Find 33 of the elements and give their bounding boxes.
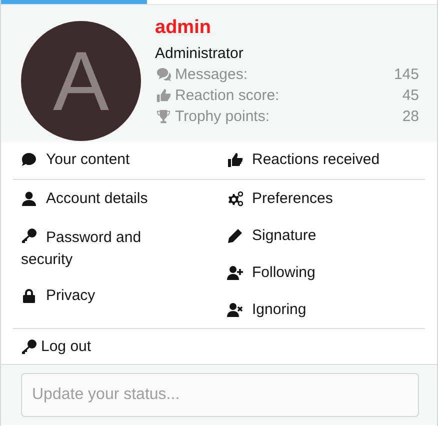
key-icon <box>21 338 37 354</box>
speech-bubble-icon <box>21 152 37 168</box>
menu-link[interactable]: Privacy <box>13 277 219 314</box>
user-icon <box>21 191 37 207</box>
key-icon <box>21 228 37 244</box>
thumbs-up-icon <box>155 88 172 103</box>
username[interactable]: admin <box>155 16 419 40</box>
menu-link[interactable]: Following <box>219 254 425 291</box>
trophy-icon <box>155 109 172 124</box>
pencil-icon <box>227 228 243 244</box>
user-plus-icon <box>227 265 243 281</box>
stat-value: 28 <box>402 107 419 127</box>
menu-link[interactable]: Account details <box>13 180 219 217</box>
avatar: A <box>21 21 141 141</box>
stat-label: Reaction score: <box>175 86 280 106</box>
gears-icon <box>227 191 243 207</box>
stat-value: 45 <box>402 86 419 106</box>
stat-label: Trophy points: <box>175 107 270 127</box>
stat-label: Messages: <box>175 65 248 85</box>
menu-link[interactable]: Ignoring <box>219 291 425 328</box>
user-title: Administrator <box>155 44 244 64</box>
stat-value: 145 <box>394 65 419 85</box>
comments-icon <box>155 67 172 82</box>
menu-link[interactable]: Your content <box>13 142 219 179</box>
menu-link[interactable]: Preferences <box>219 180 425 217</box>
logout-link[interactable]: Log out <box>1 329 437 364</box>
status-field[interactable]: Update your status... <box>21 373 419 417</box>
menu-link[interactable]: Reactions received <box>219 142 425 179</box>
thumbs-up-icon <box>227 152 243 168</box>
user-x-icon <box>227 302 243 318</box>
menu-link[interactable]: Signature <box>219 217 425 254</box>
menu-link[interactable]: Password and security <box>13 217 219 277</box>
lock-icon <box>21 288 37 304</box>
